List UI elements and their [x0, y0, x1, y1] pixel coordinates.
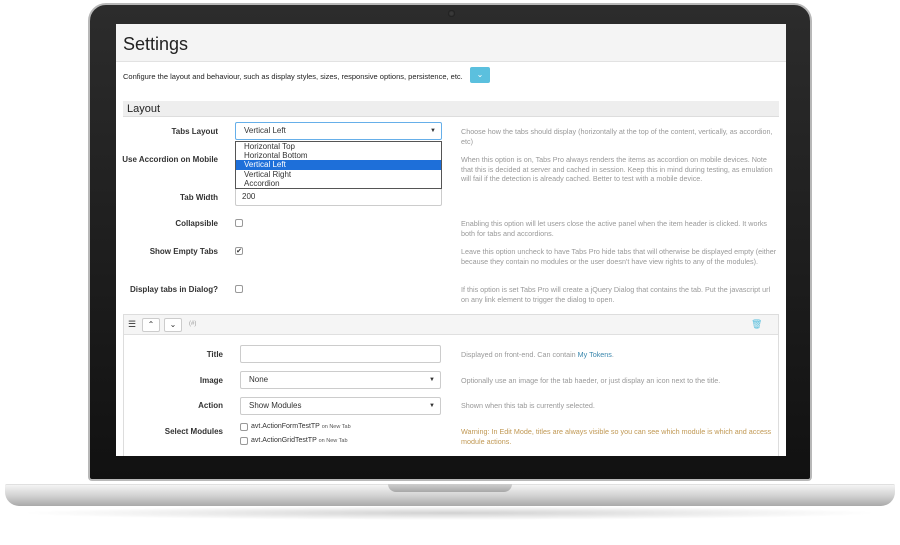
layout-section-header: Layout: [123, 101, 779, 117]
caret-down-icon: ▼: [430, 128, 436, 134]
camera-dot: [448, 10, 455, 17]
image-select[interactable]: None ▼: [240, 371, 441, 389]
tab-width-label: Tab Width: [180, 193, 218, 202]
section-title: Layout: [127, 103, 161, 115]
tabs-layout-value: Vertical Left: [244, 126, 286, 135]
laptop-shadow: [18, 506, 882, 520]
check-icon: ✔: [236, 248, 242, 255]
show-empty-tabs-label: Show Empty Tabs: [149, 247, 218, 256]
dropdown-option[interactable]: Horizontal Bottom: [236, 151, 441, 160]
page-description: Configure the layout and behaviour, such…: [123, 72, 463, 81]
move-up-button[interactable]: ⌃: [142, 318, 160, 332]
tabs-layout-help: Choose how the tabs should display (hori…: [461, 127, 773, 146]
title-help: Displayed on front-end. Can contain My T…: [461, 350, 779, 360]
tabs-layout-label: Tabs Layout: [171, 127, 218, 136]
display-dialog-label: Display tabs in Dialog?: [129, 285, 218, 294]
dropdown-option-selected[interactable]: Vertical Left: [236, 160, 441, 170]
show-empty-tabs-checkbox[interactable]: ✔: [235, 247, 243, 255]
show-empty-tabs-help: Leave this option uncheck to have Tabs P…: [461, 247, 777, 266]
display-dialog-checkbox[interactable]: [235, 285, 243, 293]
chevron-up-icon: ⌃: [147, 320, 155, 329]
title-help-text: Displayed on front-end. Can contain: [461, 350, 578, 359]
tab-width-input[interactable]: 200: [235, 188, 442, 206]
display-dialog-help: If this option is set Tabs Pro will crea…: [461, 285, 771, 304]
my-tokens-link[interactable]: My Tokens: [578, 350, 612, 359]
caret-down-icon: ▼: [429, 403, 435, 409]
dropdown-option[interactable]: Horizontal Top: [236, 142, 441, 151]
laptop-notch: [388, 484, 512, 492]
accordion-mobile-label: Use Accordion on Mobile: [122, 155, 218, 164]
action-label: Action: [198, 401, 223, 410]
caret-down-icon: ▼: [429, 377, 435, 383]
action-value: Show Modules: [249, 401, 302, 410]
dropdown-option[interactable]: Accordion: [236, 179, 441, 188]
module-suffix: on New Tab: [318, 438, 348, 444]
tabs-layout-select[interactable]: Vertical Left ▼: [235, 122, 442, 140]
collapsible-checkbox[interactable]: [235, 219, 243, 227]
move-down-button[interactable]: ⌄: [164, 318, 182, 332]
collapsible-label: Collapsible: [175, 219, 218, 228]
info-toggle-button[interactable]: ⌄: [470, 67, 490, 83]
action-help: Shown when this tab is currently selecte…: [461, 401, 595, 410]
title-label: Title: [206, 350, 223, 359]
image-help: Optionally use an image for the tab haed…: [461, 376, 721, 385]
action-select[interactable]: Show Modules ▼: [240, 397, 441, 415]
page-title: Settings: [123, 34, 189, 54]
module-name: avt.ActionGridTestTP: [251, 437, 317, 444]
trash-icon[interactable]: 🗑: [751, 319, 762, 330]
header-bar: Settings: [116, 24, 786, 62]
image-label: Image: [199, 376, 223, 385]
collapsible-help: Enabling this option will let users clos…: [461, 219, 768, 238]
tab-toolbar: ☰ ⌃ ⌄ (#) 🗑: [124, 315, 778, 335]
module-item: avt.ActionGridTestTP on New Tab: [251, 437, 348, 444]
chevron-down-icon: ⌄: [169, 320, 177, 329]
image-value: None: [249, 375, 269, 384]
modules-warning: Warning: In Edit Mode, titles are always…: [461, 427, 772, 446]
screen: Settings Configure the layout and behavi…: [116, 24, 786, 456]
module-checkbox[interactable]: [240, 423, 248, 431]
tabs-layout-dropdown-list: Horizontal Top Horizontal Bottom Vertica…: [235, 141, 442, 189]
dropdown-option[interactable]: Vertical Right: [236, 170, 441, 179]
module-suffix: on New Tab: [321, 424, 351, 430]
title-input[interactable]: [240, 345, 441, 363]
title-help-suffix: .: [611, 350, 614, 359]
module-name: avt.ActionFormTestTP: [251, 423, 320, 430]
select-modules-label: Select Modules: [164, 427, 223, 436]
drag-handle-icon[interactable]: ☰: [128, 319, 136, 330]
module-checkbox[interactable]: [240, 437, 248, 445]
tab-hash-label: (#): [189, 321, 197, 327]
chevron-down-icon: ⌄: [476, 70, 484, 79]
accordion-mobile-help: When this option is on, Tabs Pro always …: [461, 155, 773, 183]
module-item: avt.ActionFormTestTP on New Tab: [251, 423, 351, 430]
